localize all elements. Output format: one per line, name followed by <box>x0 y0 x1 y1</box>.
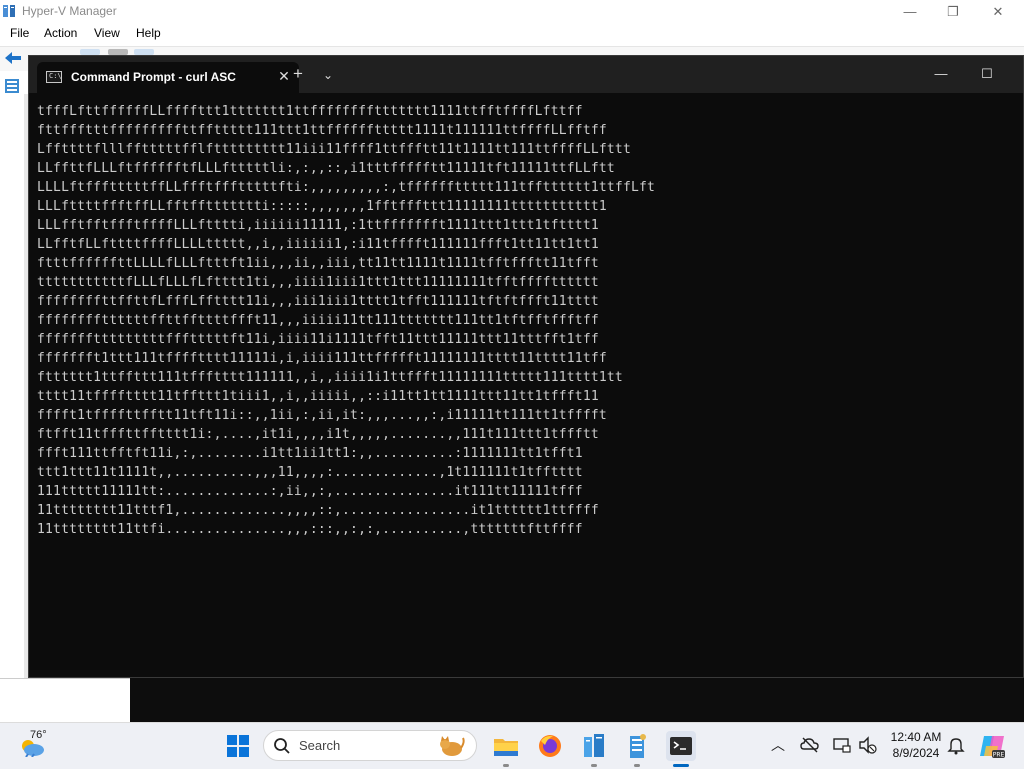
terminal-output-line: tttttttttttfLLLfLLLfLftttt1ti,,,iiii1iii… <box>37 275 599 290</box>
copilot-icon[interactable]: PRE <box>978 732 1006 760</box>
network-icon[interactable] <box>832 735 852 755</box>
terminal-output-line: LLffttfLLLftfffffftfLLLftttttli:,:,,::,i… <box>37 161 615 176</box>
terminal-output-line: tttt11tfffftttt11tffttt1tiii1,,i,,iiiii,… <box>37 389 599 404</box>
server-manager-icon[interactable] <box>622 731 652 761</box>
file-explorer-icon[interactable] <box>491 731 521 761</box>
terminal-output-line: 11tttttttt11ttfi...............,,,:::,,:… <box>37 522 583 537</box>
onedrive-offline-icon[interactable] <box>800 735 820 755</box>
terminal-output-line: LLLLftffftttttffLLffftffftttttfti:,,,,,,… <box>37 180 656 195</box>
terminal-output-line: fttffftttfffffffffttffttttt111ttt1ttffff… <box>37 123 607 138</box>
hyperv-close-button[interactable]: ✕ <box>988 2 1008 22</box>
terminal-output-line: ffffffft1ttt111tfffftttt11111i,i,iiii111… <box>37 351 607 366</box>
terminal-output-line: 11tttttttt11tttf1,.............,,,,::,..… <box>37 503 599 518</box>
menu-file[interactable]: File <box>10 26 29 40</box>
terminal-output-line: fffft1tffffttfftt11tft11i::,,1ii,:,ii,it… <box>37 408 607 423</box>
menu-view[interactable]: View <box>94 26 120 40</box>
new-tab-button[interactable]: + <box>287 64 309 86</box>
terminal-output-line: tfffLfttffffffLLffffttt1ttttttt1ttffffff… <box>37 104 583 119</box>
hyperv-tree-node-icon[interactable] <box>4 78 20 94</box>
back-arrow-icon[interactable] <box>4 51 22 65</box>
show-hidden-icons-chevron-icon[interactable]: ︿ <box>768 735 788 755</box>
terminal-icon[interactable] <box>666 731 696 761</box>
command-prompt-window: C:\ Command Prompt - curl ASC ✕ + ⌄ — ☐ … <box>28 55 1024 678</box>
terminal-output-line: ttt1ttt11t1111t,,..........,,,11,,,,:...… <box>37 465 583 480</box>
weather-temperature: 76° <box>30 729 47 741</box>
terminal-tab-title: Command Prompt - curl ASC <box>71 70 236 84</box>
terminal-output-line: LLLfftfftffftffffLLLftttti,iiiiii11111,:… <box>37 218 599 233</box>
terminal-maximize-button[interactable]: ☐ <box>969 60 1005 88</box>
terminal-output-line: ffffffffttttttffttffttttffft11,,,iiiii11… <box>37 313 599 328</box>
notification-bell-icon[interactable] <box>946 735 966 755</box>
volume-muted-icon[interactable] <box>858 735 878 755</box>
taskbar: 76° Search ︿ 12:40 AM 8/9/2024 PRE <box>0 722 1024 769</box>
terminal-output-line: ffffffffttffttfLfffLfftttt11i,,,iii1iii1… <box>37 294 599 309</box>
running-indicator <box>591 764 597 767</box>
menu-help[interactable]: Help <box>136 26 161 40</box>
menu-action[interactable]: Action <box>44 26 77 40</box>
hyperv-menubar: File Action View Help <box>0 24 1024 44</box>
hyperv-maximize-button[interactable]: ❐ <box>943 2 963 22</box>
running-indicator <box>634 764 640 767</box>
command-prompt-icon: C:\ <box>46 71 62 83</box>
terminal-output-line: ffffffftttttttttffftttttft11i,iiii11i111… <box>37 332 599 347</box>
start-windows-icon[interactable] <box>223 731 253 761</box>
background-window-strip <box>130 678 1024 722</box>
clock-date[interactable]: 8/9/2024 <box>886 746 946 760</box>
firefox-icon[interactable] <box>535 731 565 761</box>
cat-highlight-icon <box>440 736 465 756</box>
hyperv-title: Hyper-V Manager <box>22 4 117 18</box>
terminal-output-line: ftttttt1ttffttt111tffftttt111111,,i,,iii… <box>37 370 623 385</box>
search-placeholder: Search <box>299 738 341 753</box>
terminal-output-line: ftttffffffttLLLLfLLLftttft1ii,,,ii,,iii,… <box>37 256 599 271</box>
clock-time[interactable]: 12:40 AM <box>886 730 946 744</box>
terminal-output-line: LLLfttttffftffLLfftffttttttti:::::,,,,,,… <box>37 199 607 214</box>
search-icon <box>274 738 290 754</box>
terminal-output[interactable]: tfffLfttffffffLLffffttt1ttttttt1ttffffff… <box>37 102 757 539</box>
terminal-output-line: LLfftfLLfttttffffLLLLttttt,,i,,iiiiii1,:… <box>37 237 599 252</box>
terminal-minimize-button[interactable]: — <box>923 60 959 88</box>
terminal-output-line: 111ttttt11111tt:.............:,ii,,:,...… <box>37 484 583 499</box>
running-indicator <box>503 764 509 767</box>
active-indicator <box>673 764 689 767</box>
hyperv-titlebar: Hyper-V Manager — ❐ ✕ <box>0 0 1024 24</box>
tab-command-prompt[interactable]: C:\ Command Prompt - curl ASC ✕ <box>37 62 299 93</box>
taskbar-search-box[interactable]: Search <box>263 730 477 761</box>
hyperv-statusbar <box>0 678 130 697</box>
svg-text:PRE: PRE <box>993 752 1005 759</box>
terminal-output-line: ftfft11tfffttfftttt1i:,....,it1i,,,,i1t,… <box>37 427 599 442</box>
terminal-output-line: ffft111ttfftft11i,:,........i1tt1ii1tt1:… <box>37 446 583 461</box>
terminal-tabbar: C:\ Command Prompt - curl ASC ✕ + ⌄ — ☐ <box>29 56 1023 93</box>
terminal-output-line: Lffttttflllfftttttfflfttttttttt11iii11ff… <box>37 142 631 157</box>
hyperv-app-icon <box>3 5 15 17</box>
hyperv-manager-icon[interactable] <box>579 731 609 761</box>
tab-dropdown-button[interactable]: ⌄ <box>317 64 339 86</box>
hyperv-minimize-button[interactable]: — <box>900 2 920 22</box>
